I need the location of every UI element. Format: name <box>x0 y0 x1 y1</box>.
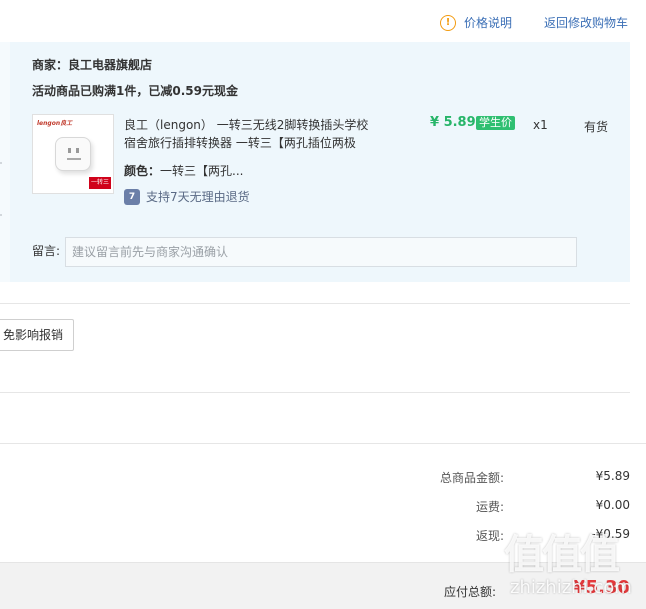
edge-dot <box>0 214 2 216</box>
price-info-label: 价格说明 <box>464 16 513 30</box>
payable-label: 应付总额: <box>443 585 496 599</box>
divider <box>0 303 630 304</box>
shipping-label: 运费: <box>475 500 504 514</box>
product-image-brand: lengon良工 <box>37 120 73 127</box>
product-image-tag: 一转三 <box>89 177 111 189</box>
message-label: 留言: <box>32 244 61 258</box>
report-button[interactable]: 免影响报销 <box>0 319 75 351</box>
goods-total-value: ¥5.89 <box>595 469 630 483</box>
shipping-value: ¥0.00 <box>595 498 630 512</box>
divider <box>0 443 646 444</box>
plug-illustration <box>55 137 91 171</box>
product-color: 颜色：一转三【两孔... <box>124 162 243 179</box>
edge-dot <box>0 162 2 164</box>
cashback-label: 返现: <box>475 529 504 543</box>
item-quantity: x1 <box>533 118 548 132</box>
product-title-line2[interactable]: 宿舍旅行插排转换器 一转三【两孔插位两极 <box>124 134 384 152</box>
top-bar: ! 价格说明 返回修改购物车 <box>0 0 646 42</box>
goods-total-label: 总商品金额: <box>439 471 504 485</box>
student-price-badge: 学生价 <box>476 116 515 130</box>
price-info-link[interactable]: ! 价格说明 <box>440 14 512 31</box>
stock-status: 有货 <box>584 120 609 134</box>
shipping-row: 运费: ¥0.00 <box>0 498 646 518</box>
promo-text: 活动商品已购满1件，已减0.59元现金 <box>32 84 238 98</box>
cashback-value: -¥0.59 <box>591 527 630 541</box>
payable-total-bar: 应付总额: ¥5.30 <box>0 562 646 609</box>
order-card: 商家：良工电器旗舰店 活动商品已购满1件，已减0.59元现金 lengon良工 … <box>10 42 630 282</box>
color-value: 一转三【两孔... <box>160 164 244 178</box>
goods-total-row: 总商品金额: ¥5.89 <box>0 469 646 489</box>
shop-name[interactable]: 商家：良工电器旗舰店 <box>32 56 152 73</box>
payable-value: ¥5.30 <box>573 577 630 598</box>
color-label: 颜色： <box>124 164 161 178</box>
back-to-cart-link[interactable]: 返回修改购物车 <box>544 14 628 31</box>
divider <box>0 392 630 393</box>
product-title-line1[interactable]: 良工（lengon） 一转三无线2脚转换插头学校 <box>124 116 384 134</box>
cashback-row: 返现: -¥0.59 <box>0 527 646 547</box>
product-image[interactable]: lengon良工 一转三 <box>32 114 114 194</box>
seven-day-return-icon: 7 <box>124 188 140 205</box>
item-price: ¥ 5.89 <box>430 115 476 130</box>
left-edge <box>0 42 10 282</box>
return-policy: 7 支持7天无理由退货 <box>124 188 250 205</box>
info-icon: ! <box>440 14 456 31</box>
return-policy-text: 支持7天无理由退货 <box>146 190 250 204</box>
message-input[interactable] <box>65 237 577 267</box>
